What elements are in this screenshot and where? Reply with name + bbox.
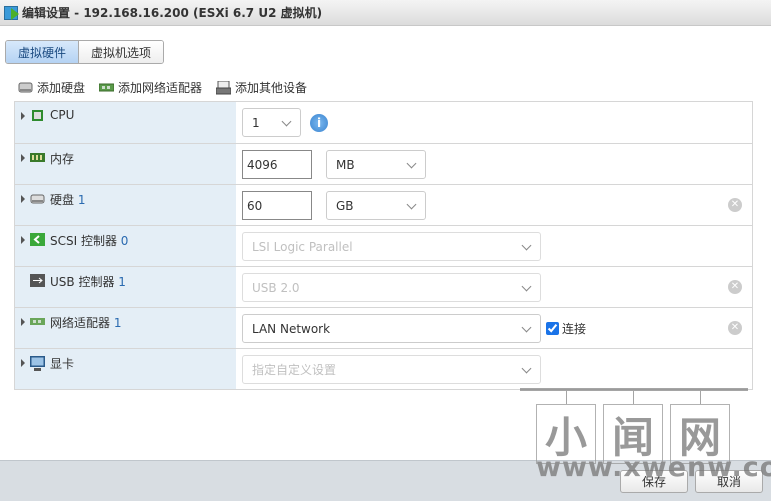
- expand-arrow[interactable]: [21, 112, 25, 120]
- disk-size-input[interactable]: 60: [242, 191, 312, 220]
- memory-input[interactable]: 4096: [242, 150, 312, 179]
- expand-arrow[interactable]: [21, 236, 25, 244]
- network-select[interactable]: LAN Network: [242, 314, 541, 343]
- vm-icon: [4, 5, 19, 20]
- watermark-char: 闻: [603, 404, 663, 464]
- cpu-count-value: 1: [252, 115, 260, 130]
- chevron-down-icon: [281, 116, 292, 127]
- toolbar: 添加硬盘 添加网络适配器 添加其他设备: [18, 79, 307, 96]
- memory-icon: [30, 153, 45, 162]
- video-card-label: 显卡: [50, 357, 75, 371]
- memory-unit-value: MB: [336, 157, 355, 172]
- scsi-type-value: LSI Logic Parallel: [252, 239, 353, 254]
- info-icon[interactable]: i: [310, 114, 328, 132]
- add-other-label: 添加其他设备: [235, 81, 308, 95]
- row-network-adapter: 网络适配器 1 LAN Network 连接 ✕: [15, 307, 752, 348]
- network-card-icon: [30, 318, 45, 325]
- connect-label: 连接: [562, 322, 587, 336]
- scsi-type-select[interactable]: LSI Logic Parallel: [242, 232, 541, 261]
- connect-checkbox-input[interactable]: [546, 322, 559, 335]
- row-cpu: CPU 1 i: [15, 102, 752, 143]
- chevron-down-icon: [406, 158, 417, 169]
- add-disk-label: 添加硬盘: [37, 81, 86, 95]
- row-usb: USB 控制器 1 USB 2.0 ✕: [15, 266, 752, 307]
- connect-checkbox[interactable]: 连接: [546, 320, 586, 337]
- chevron-down-icon: [521, 363, 532, 374]
- watermark-char: 小: [536, 404, 596, 464]
- row-disk: 硬盘 1 60 GB ✕: [15, 184, 752, 225]
- network-adapter-label: 网络适配器 1: [50, 316, 122, 330]
- cancel-button[interactable]: 取消: [695, 470, 763, 493]
- chevron-down-icon: [521, 240, 532, 251]
- window-title: 编辑设置 - 192.168.16.200 (ESXi 6.7 U2 虚拟机): [22, 6, 323, 20]
- add-other-device-button[interactable]: 添加其他设备: [216, 79, 307, 96]
- arrow-placeholder: [21, 277, 25, 285]
- tab-vm-options[interactable]: 虚拟机选项: [78, 41, 164, 63]
- monitor-icon: [30, 356, 45, 371]
- disk-label: 硬盘 1: [50, 193, 86, 207]
- expand-arrow[interactable]: [21, 195, 25, 203]
- device-icon: [216, 80, 232, 94]
- hard-disk-icon: [18, 82, 33, 93]
- remove-icon[interactable]: ✕: [728, 321, 742, 335]
- watermark-char: 网: [670, 404, 730, 464]
- usb-type-select[interactable]: USB 2.0: [242, 273, 541, 302]
- add-disk-button[interactable]: 添加硬盘: [18, 79, 85, 96]
- scsi-label: SCSI 控制器 0: [50, 234, 129, 248]
- row-video-card: 显卡 指定自定义设置: [15, 348, 752, 389]
- cpu-label: CPU: [50, 108, 75, 122]
- network-card-icon: [99, 83, 115, 92]
- remove-icon[interactable]: ✕: [728, 280, 742, 294]
- add-nic-button[interactable]: 添加网络适配器: [99, 79, 202, 96]
- hard-disk-icon: [30, 194, 45, 204]
- expand-arrow[interactable]: [21, 154, 25, 162]
- title-bar: 编辑设置 - 192.168.16.200 (ESXi 6.7 U2 虚拟机): [0, 0, 771, 26]
- tab-virtual-hardware[interactable]: 虚拟硬件: [6, 41, 79, 63]
- cpu-icon: [32, 110, 43, 121]
- memory-label: 内存: [50, 152, 75, 166]
- video-settings-select[interactable]: 指定自定义设置: [242, 355, 541, 384]
- expand-arrow[interactable]: [21, 359, 25, 367]
- row-scsi: SCSI 控制器 0 LSI Logic Parallel: [15, 225, 752, 266]
- video-settings-value: 指定自定义设置: [252, 363, 337, 377]
- hardware-table: CPU 1 i 内存 4096 MB 硬盘 1 60 GB ✕ SCSI 控制器 0 L…: [14, 101, 753, 390]
- remove-icon[interactable]: ✕: [728, 198, 742, 212]
- chevron-down-icon: [521, 322, 532, 333]
- save-button[interactable]: 保存: [620, 470, 688, 493]
- add-nic-label: 添加网络适配器: [118, 81, 203, 95]
- row-memory: 内存 4096 MB: [15, 143, 752, 184]
- disk-unit-value: GB: [336, 198, 354, 213]
- usb-type-value: USB 2.0: [252, 280, 300, 295]
- tab-bar: 虚拟硬件 虚拟机选项: [5, 40, 165, 64]
- chevron-down-icon: [406, 199, 417, 210]
- usb-icon: [30, 274, 45, 287]
- dialog-footer: 保存 取消: [0, 460, 771, 501]
- expand-arrow[interactable]: [21, 318, 25, 326]
- scsi-controller-icon: [30, 233, 45, 246]
- cpu-count-select[interactable]: 1: [242, 108, 301, 137]
- disk-unit-select[interactable]: GB: [326, 191, 426, 220]
- network-value: LAN Network: [252, 321, 331, 336]
- memory-unit-select[interactable]: MB: [326, 150, 426, 179]
- chevron-down-icon: [521, 281, 532, 292]
- usb-label: USB 控制器 1: [50, 275, 126, 289]
